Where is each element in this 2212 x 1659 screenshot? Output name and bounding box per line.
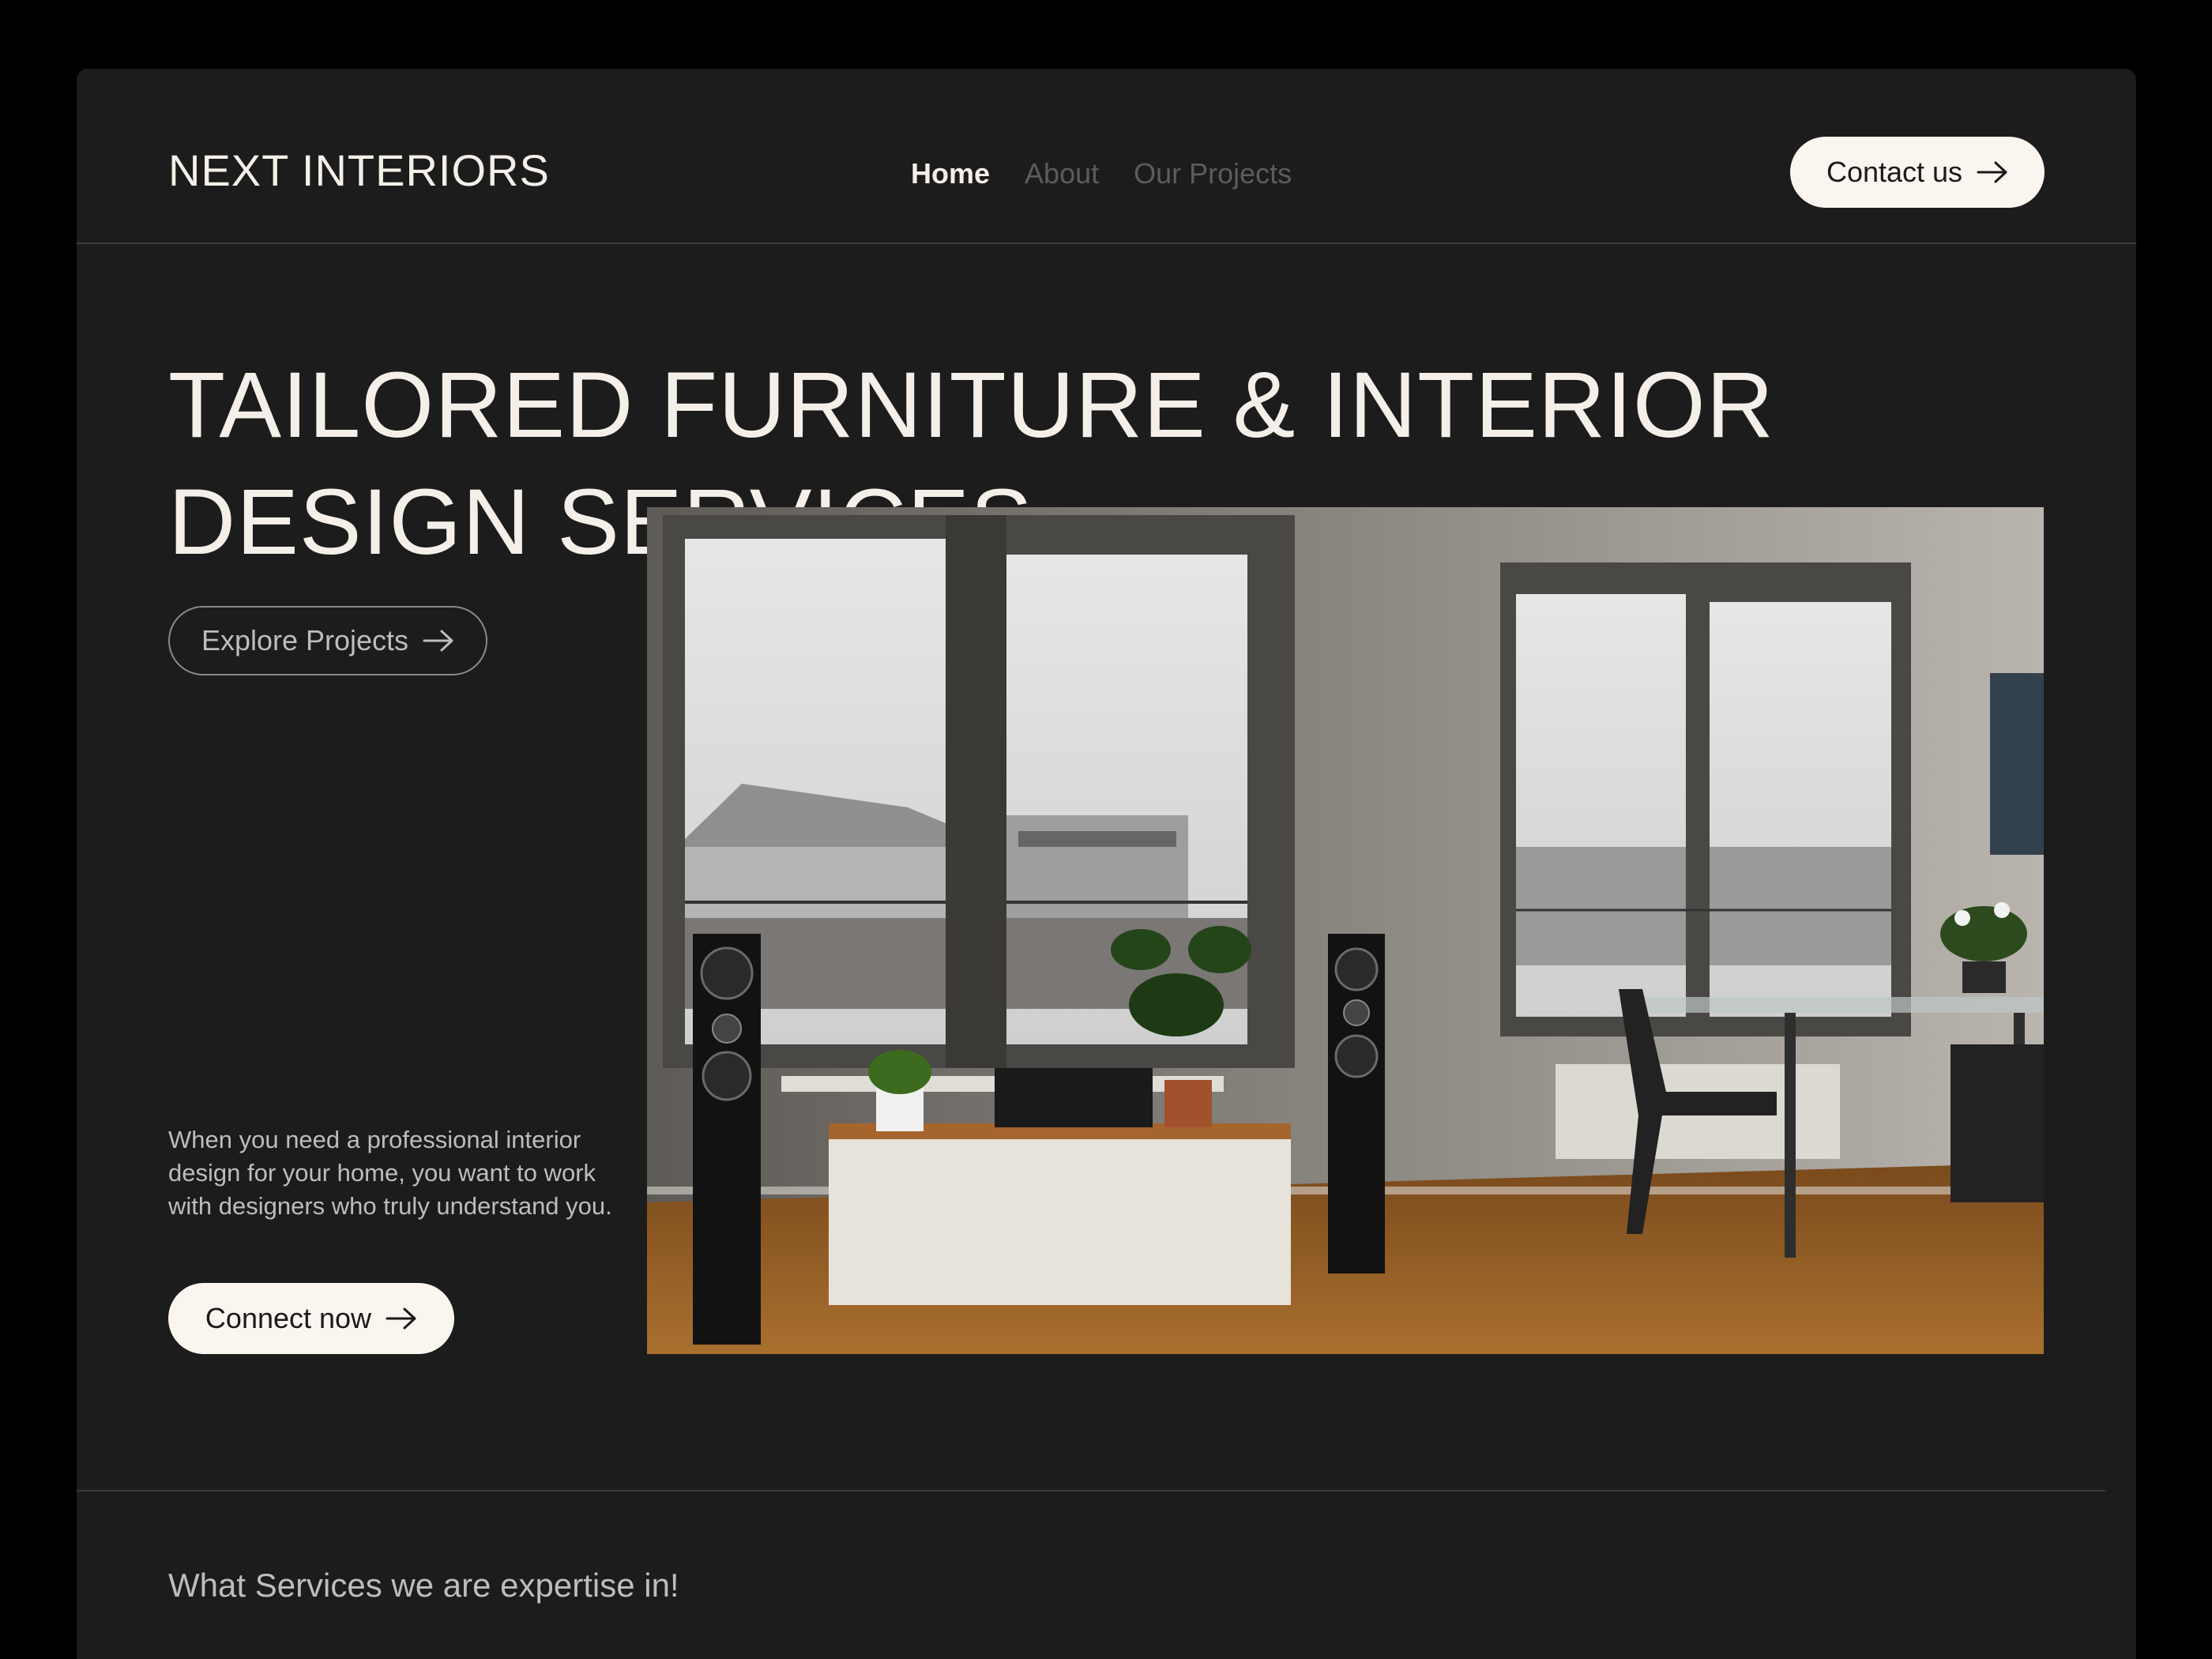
arrow-right-icon [423, 630, 453, 652]
header-divider [77, 243, 2136, 244]
explore-projects-button[interactable]: Explore Projects [168, 606, 487, 675]
section-divider [77, 1490, 2105, 1492]
site-header: NEXT INTERIORS Home About Our Projects C… [77, 69, 2136, 243]
nav-about[interactable]: About [1025, 157, 1099, 190]
arrow-right-icon [386, 1307, 416, 1330]
logo[interactable]: NEXT INTERIORS [168, 145, 550, 196]
hero-description: When you need a professional interior de… [168, 1126, 612, 1220]
main-nav: Home About Our Projects [911, 157, 1292, 190]
services-heading: What Services we are expertise in! [168, 1567, 679, 1604]
contact-us-button[interactable]: Contact us [1790, 137, 2045, 208]
hero-interior-photo [647, 507, 2044, 1354]
connect-now-label: Connect now [205, 1302, 372, 1334]
page-frame: NEXT INTERIORS Home About Our Projects C… [77, 69, 2136, 1659]
arrow-right-icon [1977, 161, 2007, 183]
contact-us-label: Contact us [1826, 156, 1963, 188]
explore-projects-label: Explore Projects [201, 624, 409, 656]
nav-our-projects[interactable]: Our Projects [1134, 157, 1292, 190]
nav-home[interactable]: Home [911, 157, 990, 190]
connect-now-button[interactable]: Connect now [168, 1283, 454, 1354]
